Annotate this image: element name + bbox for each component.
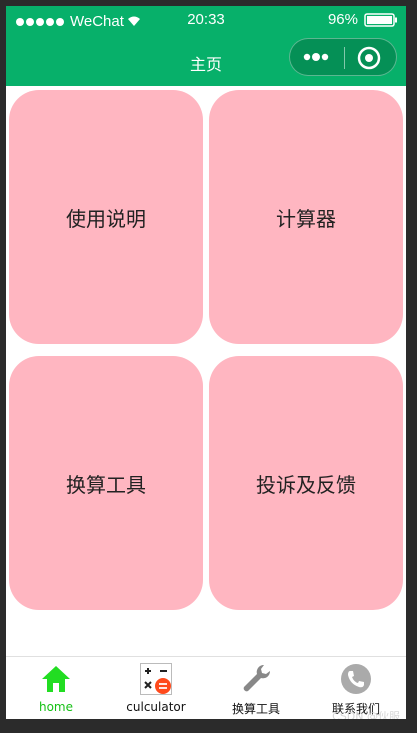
tab-home-label: home (38, 700, 74, 714)
mini-program-capsule (289, 38, 397, 76)
card-feedback[interactable]: 投诉及反馈 (209, 356, 403, 610)
tab-calculator[interactable]: culculator (106, 657, 206, 719)
close-icon[interactable] (356, 45, 382, 71)
phone-screen: WeChat 20:33 96% 主页 使用说明 计算器 换算工具 投诉及反馈 … (6, 6, 406, 719)
battery-percent: 96% (327, 11, 358, 28)
nav-bar: 主页 (6, 36, 406, 86)
more-icon[interactable] (302, 50, 332, 64)
tab-conversion-label: 换算工具 (231, 702, 280, 716)
card-conversion-tool[interactable]: 换算工具 (9, 356, 203, 610)
wrench-icon (243, 664, 271, 692)
watermark: CSDN @伙服 (332, 710, 400, 719)
status-bar: WeChat 20:33 96% (6, 6, 406, 36)
phone-icon (341, 664, 371, 694)
status-right: 96% (328, 11, 398, 28)
main-content: 使用说明 计算器 换算工具 投诉及反馈 (6, 86, 406, 656)
battery-icon (364, 12, 397, 27)
tab-calculator-label: culculator (126, 700, 186, 714)
home-icon (42, 666, 70, 692)
card-usage-guide[interactable]: 使用说明 (9, 90, 203, 344)
tab-home[interactable]: home (6, 657, 106, 719)
capsule-divider (344, 47, 345, 69)
tab-conversion[interactable]: 换算工具 (206, 657, 306, 719)
calculator-icon (140, 663, 172, 695)
card-calculator[interactable]: 计算器 (209, 90, 403, 344)
